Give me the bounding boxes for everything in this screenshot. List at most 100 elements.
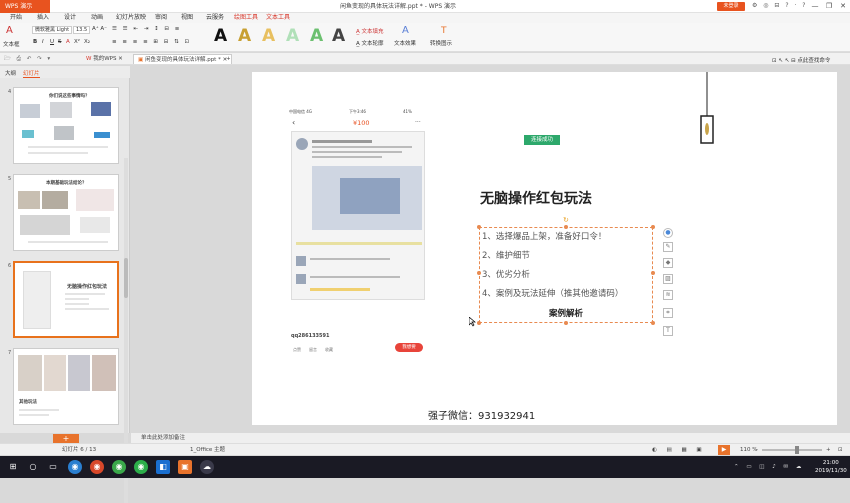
slide-thumbnail-6-selected[interactable]: 无脑操作红包玩法 — [13, 261, 119, 338]
zoom-slider[interactable] — [762, 449, 822, 451]
new-tab-button[interactable]: + — [222, 54, 235, 64]
menu-drawing-tools[interactable]: 绘图工具 — [234, 13, 258, 23]
menu-insert[interactable]: 插入 — [37, 13, 49, 23]
phone-chat-screenshot — [291, 131, 425, 300]
font-color-button[interactable]: A — [66, 39, 70, 45]
browser-icon[interactable]: ◉ — [68, 460, 82, 474]
quick-style-outline-gold-icon[interactable]: A — [262, 28, 275, 45]
zoom-out-button[interactable]: - — [756, 444, 758, 456]
menu-slideshow[interactable]: 幻灯片放映 — [116, 13, 146, 23]
thumb-title: 无脑操作红包玩法 — [67, 284, 108, 290]
menu-start[interactable]: 开始 — [10, 13, 22, 23]
minimize-button[interactable]: — — [808, 0, 822, 13]
quick-style-green-icon[interactable]: A — [310, 28, 323, 45]
menu-animation[interactable]: 动画 — [91, 13, 103, 23]
wps-taskbar-icon[interactable]: ▣ — [178, 460, 192, 474]
quick-style-gray-icon[interactable]: A — [332, 28, 345, 45]
quick-style-gold-icon[interactable]: A — [238, 28, 251, 45]
resize-handle[interactable] — [651, 321, 655, 325]
text-fill-button[interactable]: A̲ 文本填充 — [356, 27, 384, 35]
command-search[interactable]: ⊡ ↖ ↖ ⊟ 点此查找命令 — [772, 56, 830, 64]
resize-handle[interactable] — [477, 225, 481, 229]
tab-my-wps[interactable]: W 我的WPS ✕ — [82, 54, 127, 64]
special-text-button[interactable]: 转换图示 — [430, 39, 452, 47]
chat-name-line — [312, 140, 372, 143]
task-view-icon[interactable]: ▭ — [46, 460, 60, 474]
thumb-calendar — [76, 189, 114, 211]
text-box-button[interactable]: 文本框 — [3, 40, 20, 48]
text-effect-icon: A — [402, 25, 409, 36]
thumb-text-line — [28, 152, 88, 154]
slide-thumbnail-4[interactable]: 你们说这些事情吗？ — [13, 87, 119, 164]
strikethrough-button[interactable]: S — [58, 39, 62, 45]
taskbar-clock[interactable]: 21:00 2019/11/30 — [815, 459, 847, 475]
layers-icon[interactable]: ≋ — [663, 290, 673, 300]
phone-more-icon: ··· — [415, 119, 421, 126]
resize-handle[interactable] — [651, 225, 655, 229]
font-name-select[interactable]: 微软雅黑 Light — [32, 26, 72, 34]
align-icons[interactable]: ≡ ≡ ≡ ≡ ⊞ ⊟ ⇅ ⊡ — [112, 39, 191, 45]
tab-outline[interactable]: 大纲 — [5, 69, 16, 77]
pen-icon[interactable]: ✎ — [663, 242, 673, 252]
quick-style-outline-green-icon[interactable]: A — [286, 28, 299, 45]
text-format-icon[interactable]: T — [663, 326, 673, 336]
list-format-icons[interactable]: ☰ ☰ ⇤ ⇥ ↕ ⊟ ≡ — [112, 26, 181, 32]
thumb-text-line — [19, 409, 59, 411]
font-grow-icon[interactable]: A⁺ A⁻ — [92, 26, 107, 32]
add-slide-button[interactable]: + — [53, 434, 79, 443]
crop-icon[interactable]: ⌗ — [663, 308, 673, 318]
quick-access-icons[interactable]: 🗁 ⎙ ↶ ↷ ▾ — [4, 55, 52, 64]
windows-start-icon[interactable]: ⊞ — [6, 460, 20, 474]
app-menu-button[interactable]: WPS 演示 — [0, 0, 50, 13]
phone-time: 下午3:46 — [349, 109, 366, 114]
subscript-button[interactable]: X₂ — [84, 39, 90, 45]
quick-style-black-icon[interactable]: A — [214, 28, 227, 45]
font-size-select[interactable]: 13.5 — [73, 26, 90, 34]
text-effect-button[interactable]: 文本效果 — [394, 39, 416, 47]
wechat-icon[interactable]: ◉ — [134, 460, 148, 474]
search-icon[interactable]: ○ — [26, 460, 40, 474]
scrollbar-thumb[interactable] — [124, 258, 128, 298]
superscript-button[interactable]: X² — [74, 39, 80, 45]
italic-button[interactable]: I — [42, 39, 44, 45]
zoom-in-button[interactable]: + — [826, 444, 831, 456]
tab-slides[interactable]: 幻灯片 — [23, 69, 40, 78]
menu-review[interactable]: 审阅 — [155, 13, 167, 23]
notes-pane[interactable]: 单击此处添加备注 — [131, 433, 850, 443]
view-buttons[interactable]: ◐ ▤ ▦ ▣ — [652, 444, 706, 456]
slide-title[interactable]: 无脑操作红包玩法 — [480, 188, 592, 208]
resize-handle[interactable] — [477, 321, 481, 325]
zoom-slider-thumb[interactable] — [795, 446, 799, 454]
app-icon[interactable]: ◧ — [156, 460, 170, 474]
image-icon[interactable]: ▨ — [663, 274, 673, 284]
login-button[interactable]: 未登录 — [717, 2, 745, 11]
title-help-icons[interactable]: ⚙ ◎ ⊟ ? · ? — [752, 2, 807, 9]
play-slideshow-button[interactable]: ▶ — [718, 445, 730, 455]
restore-button[interactable]: ❐ — [822, 0, 836, 13]
bold-button[interactable]: B — [33, 39, 37, 45]
resize-handle[interactable] — [564, 225, 568, 229]
slide-thumbnail-5[interactable]: 本期基础玩法结论？ — [13, 174, 119, 251]
menu-cloud[interactable]: 云服务 — [206, 13, 224, 23]
close-button[interactable]: ✕ — [836, 0, 850, 13]
tab-current-document[interactable]: ▣ 闲鱼变现的具体玩法详解.ppt * ✕ — [133, 54, 233, 64]
slide-thumbnail-7[interactable]: 其他玩法 — [13, 348, 119, 425]
app-icon[interactable]: ◉ — [112, 460, 126, 474]
rotate-handle-icon[interactable]: ↻ — [563, 216, 569, 224]
resize-handle[interactable] — [651, 271, 655, 275]
system-tray-icons[interactable]: ⌃ ▭ ◫ ♪ ✉ ☁ — [734, 461, 804, 473]
menu-design[interactable]: 设计 — [64, 13, 76, 23]
settings-icon[interactable]: ● — [663, 228, 673, 238]
chrome-icon[interactable]: ◉ — [90, 460, 104, 474]
fill-icon[interactable]: ◆ — [663, 258, 673, 268]
resize-handle[interactable] — [564, 321, 568, 325]
zoom-level[interactable]: 110 % — [740, 444, 757, 456]
thumb-text-line — [19, 414, 49, 416]
text-outline-button[interactable]: A̲ 文本轮廓 — [356, 39, 384, 47]
underline-button[interactable]: U — [50, 39, 54, 45]
app-icon[interactable]: ☁ — [200, 460, 214, 474]
menu-view[interactable]: 视图 — [181, 13, 193, 23]
theme-name: 1_Office 主题 — [190, 447, 226, 453]
resize-handle[interactable] — [477, 271, 481, 275]
fit-window-button[interactable]: ⊡ — [838, 444, 843, 456]
